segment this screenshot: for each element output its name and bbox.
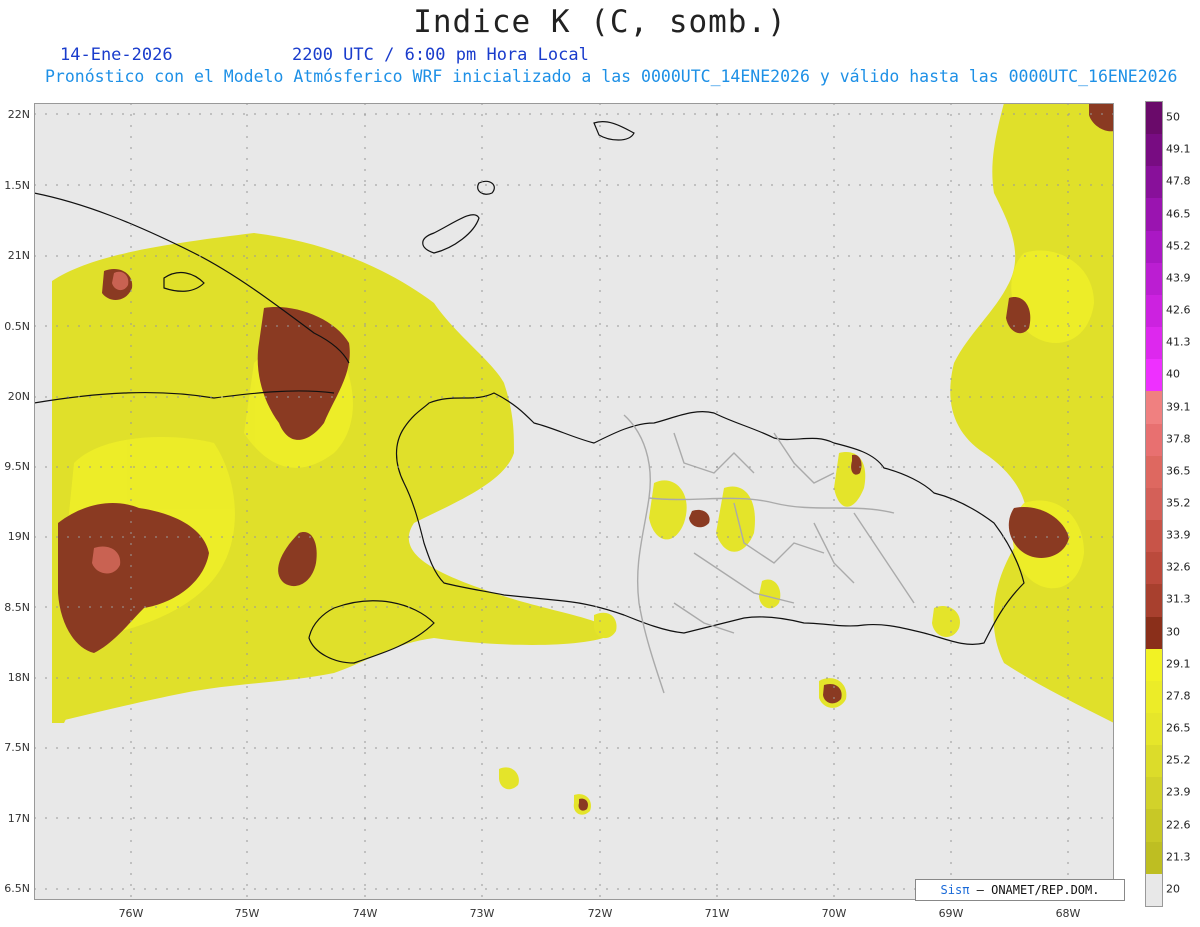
credit-box: Sisπ – ONAMET/REP.DOM. [915,879,1125,901]
colorbar-swatch [1146,777,1162,810]
lat-label: 7.5N [4,741,30,754]
colorbar-label: 22.6 [1166,818,1191,832]
colorbar-label: 46.5 [1166,207,1191,221]
lat-label: 9.5N [4,460,30,473]
colorbar-swatch [1146,584,1162,617]
lon-label: 68W [1055,907,1081,920]
forecast-date: 14-Ene-2026 [60,45,173,65]
colorbar-swatch [1146,873,1162,906]
map-title: Indice K (C, somb.) [413,4,787,40]
lat-label: 22N [7,108,30,121]
colorbar-swatch [1146,648,1162,681]
colorbar [1145,101,1163,907]
colorbar-swatch [1146,423,1162,456]
lon-label: 72W [587,907,613,920]
colorbar-swatch [1146,552,1162,585]
colorbar-swatch [1146,680,1162,713]
colorbar-swatch [1146,455,1162,488]
colorbar-label: 39.1 [1166,400,1191,414]
lon-label: 74W [352,907,378,920]
sis-logo-text: Sisπ [940,883,970,897]
colorbar-label: 36.5 [1166,464,1191,478]
forecast-time: 2200 UTC / 6:00 pm Hora Local [292,45,589,65]
colorbar-swatch [1146,262,1162,295]
colorbar-label: 41.3 [1166,335,1191,349]
lat-label: 21N [7,249,30,262]
colorbar-label: 20 [1166,882,1180,896]
colorbar-swatch [1146,166,1162,199]
colorbar-label: 30 [1166,625,1180,639]
colorbar-swatch [1146,102,1162,135]
colorbar-label: 37.8 [1166,432,1191,446]
colorbar-label: 50 [1166,110,1180,124]
colorbar-swatch [1146,230,1162,263]
lat-label: 20N [7,390,30,403]
colorbar-label: 33.9 [1166,528,1191,542]
colorbar-swatch [1146,809,1162,842]
colorbar-label: 27.8 [1166,689,1191,703]
k-index-map [34,103,1114,900]
credit-text: – ONAMET/REP.DOM. [969,883,1100,897]
colorbar-swatch [1146,134,1162,167]
lat-label: 8.5N [4,601,30,614]
lon-label: 73W [469,907,495,920]
colorbar-label: 21.3 [1166,850,1191,864]
lat-label: 0.5N [4,320,30,333]
lon-label: 75W [234,907,260,920]
colorbar-label: 40 [1166,367,1180,381]
lat-label: 18N [7,671,30,684]
colorbar-swatch [1146,391,1162,424]
colorbar-label: 29.1 [1166,657,1191,671]
colorbar-swatch [1146,487,1162,521]
lon-label: 71W [704,907,730,920]
colorbar-swatch [1146,198,1162,231]
colorbar-label: 31.3 [1166,592,1191,606]
colorbar-label: 32.6 [1166,560,1191,574]
colorbar-label: 49.1 [1166,142,1191,156]
forecast-subtitle: Pronóstico con el Modelo Atmósferico WRF… [45,67,1178,86]
lon-label: 76W [118,907,144,920]
colorbar-swatch [1146,745,1162,778]
colorbar-label: 35.2 [1166,496,1191,510]
lat-label: 17N [7,812,30,825]
colorbar-label: 45.2 [1166,239,1191,253]
colorbar-label: 42.6 [1166,303,1191,317]
lat-label: 6.5N [4,882,30,895]
colorbar-label: 26.5 [1166,721,1191,735]
colorbar-label: 25.2 [1166,753,1191,767]
lat-label: 1.5N [4,179,30,192]
lat-label: 19N [7,530,30,543]
lon-label: 69W [938,907,964,920]
colorbar-swatch [1146,616,1162,649]
colorbar-swatch [1146,294,1162,328]
colorbar-swatch [1146,712,1162,746]
colorbar-swatch [1146,841,1162,874]
colorbar-swatch [1146,327,1162,360]
colorbar-swatch [1146,359,1162,392]
colorbar-label: 23.9 [1166,785,1191,799]
colorbar-label: 47.8 [1166,174,1191,188]
lon-label: 70W [821,907,847,920]
colorbar-label: 43.9 [1166,271,1191,285]
colorbar-swatch [1146,520,1162,553]
